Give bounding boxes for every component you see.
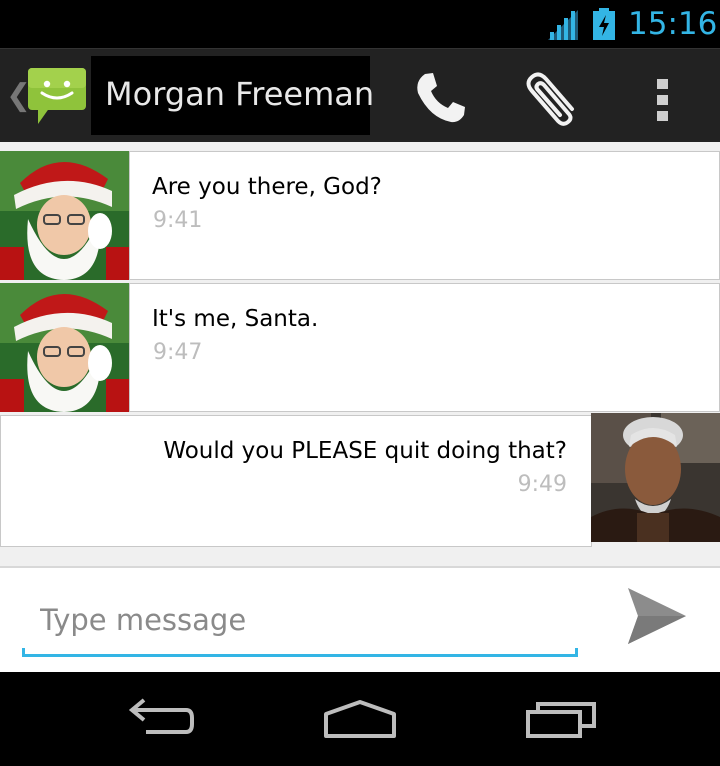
conversation-title-area[interactable]: Morgan Freeman <box>91 56 374 135</box>
back-icon[interactable] <box>124 694 196 744</box>
morgan-freeman-photo <box>591 413 720 542</box>
home-icon[interactable] <box>320 694 400 744</box>
message-item[interactable]: It's me, Santa. 9:47 <box>0 274 720 412</box>
message-text: It's me, Santa. <box>152 306 319 332</box>
message-timestamp: 9:49 <box>517 472 567 497</box>
message-bubble[interactable]: It's me, Santa. 9:47 <box>129 283 720 412</box>
santa-photo <box>0 151 129 280</box>
message-input[interactable] <box>24 588 576 652</box>
battery-charging-icon <box>593 8 615 40</box>
overflow-menu-icon[interactable] <box>648 71 678 127</box>
message-timestamp: 9:41 <box>153 208 203 233</box>
santa-photo <box>0 283 129 412</box>
input-underline <box>22 648 578 657</box>
message-bubble[interactable]: Would you PLEASE quit doing that? 9:49 <box>0 415 592 547</box>
navigation-bar <box>0 672 720 766</box>
messaging-app-icon[interactable] <box>26 67 88 125</box>
avatar[interactable] <box>591 413 720 542</box>
message-text: Would you PLEASE quit doing that? <box>163 438 567 464</box>
phone-icon[interactable] <box>410 69 468 127</box>
conversation-title: Morgan Freeman <box>105 75 375 113</box>
recent-apps-icon[interactable] <box>524 694 600 744</box>
action-bar: ❮ Morgan Freeman <box>0 48 720 142</box>
send-icon[interactable] <box>624 586 688 648</box>
status-clock: 15:16 <box>628 6 718 42</box>
message-item[interactable]: Would you PLEASE quit doing that? 9:49 <box>0 406 720 547</box>
signal-strength-icon <box>548 10 578 40</box>
message-bubble[interactable]: Are you there, God? 9:41 <box>129 151 720 280</box>
message-timestamp: 9:47 <box>153 340 203 365</box>
paperclip-icon[interactable] <box>520 69 582 127</box>
compose-bar <box>0 566 720 672</box>
status-bar: 15:16 <box>0 0 720 48</box>
message-thread[interactable]: Are you there, God? 9:41 It's me, Santa. <box>0 142 720 566</box>
message-text: Are you there, God? <box>152 174 382 200</box>
avatar[interactable] <box>0 283 129 412</box>
message-item[interactable]: Are you there, God? 9:41 <box>0 142 720 280</box>
avatar[interactable] <box>0 151 129 280</box>
